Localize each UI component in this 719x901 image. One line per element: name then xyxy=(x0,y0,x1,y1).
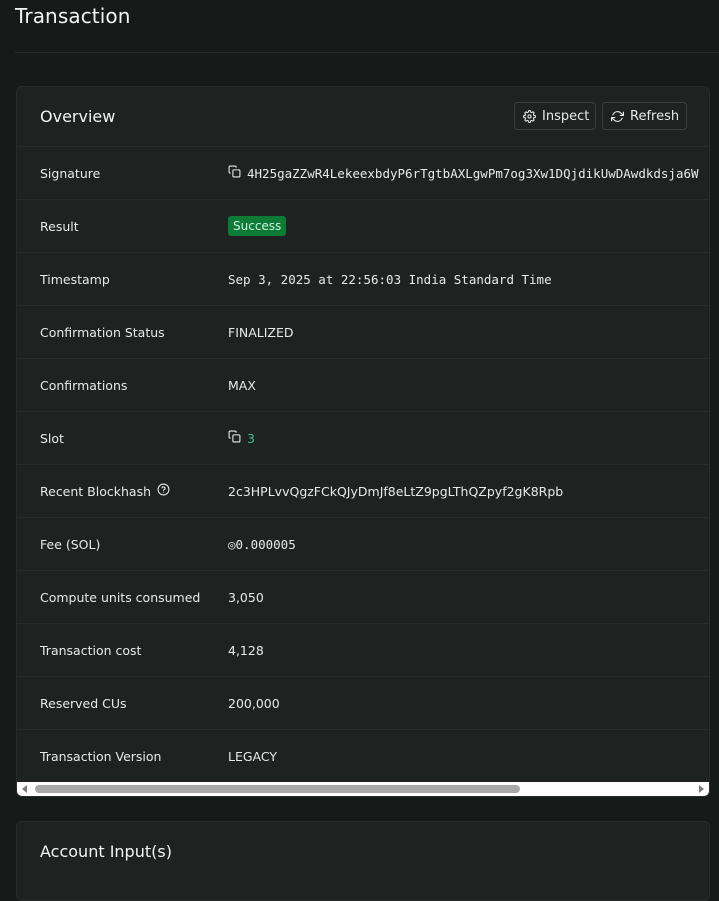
transaction-version-value: LEGACY xyxy=(228,749,278,764)
reserved-cus-label: Reserved CUs xyxy=(40,695,127,711)
row-fee: Fee (SOL) ◎0.000005 xyxy=(17,518,709,571)
fee-label: Fee (SOL) xyxy=(40,536,101,552)
row-signature: Signature 4H25gaZZwR4LekeexbdyP6rTgtbAXL… xyxy=(17,147,709,200)
row-reserved-cus: Reserved CUs 200,000 xyxy=(17,677,709,730)
timestamp-value: Sep 3, 2025 at 22:56:03 India Standard T… xyxy=(228,271,552,287)
accounts-title: Account Input(s) xyxy=(40,842,172,861)
row-confirmation-status: Confirmation Status FINALIZED xyxy=(17,306,709,359)
result-value-wrap: Success xyxy=(228,200,287,252)
transaction-version-label: Transaction Version xyxy=(40,749,162,764)
row-compute-units: Compute units consumed 3,050 xyxy=(17,571,709,624)
overview-header: Overview Inspect Refresh xyxy=(17,87,709,147)
row-transaction-version: Transaction Version LEGACY xyxy=(17,730,709,783)
confirmation-status-value: FINALIZED xyxy=(228,324,294,340)
transaction-cost-value: 4,128 xyxy=(228,642,264,658)
copy-icon[interactable] xyxy=(228,165,241,181)
signature-value-wrap: 4H25gaZZwR4LekeexbdyP6rTgtbAXLgwPm7og3Xw… xyxy=(228,147,699,199)
refresh-button[interactable]: Refresh xyxy=(602,102,687,130)
title-divider xyxy=(15,52,719,53)
signature-value[interactable]: 4H25gaZZwR4LekeexbdyP6rTgtbAXLgwPm7og3Xw… xyxy=(247,166,699,181)
help-circle-icon[interactable] xyxy=(157,483,170,499)
scroll-left-arrow-icon[interactable] xyxy=(22,785,27,793)
accounts-card: Account Input(s) xyxy=(16,821,710,901)
slot-label: Slot xyxy=(40,430,64,446)
row-recent-blockhash: Recent Blockhash 2c3HPLvvQgzFCkQJyDmJf8e… xyxy=(17,465,709,518)
recent-blockhash-label: Recent Blockhash xyxy=(40,483,151,499)
refresh-label: Refresh xyxy=(630,108,680,124)
confirmations-value: MAX xyxy=(228,377,256,393)
overview-card: Overview Inspect Refresh Signature 4H25g… xyxy=(16,86,710,797)
copy-icon[interactable] xyxy=(228,430,241,446)
recent-blockhash-value: 2c3HPLvvQgzFCkQJyDmJf8eLtZ9pgLThQZpyf2gK… xyxy=(228,483,564,499)
scroll-right-arrow-icon[interactable] xyxy=(699,785,704,793)
refresh-icon xyxy=(611,110,624,123)
reserved-cus-value: 200,000 xyxy=(228,695,280,711)
slot-link[interactable]: 3 xyxy=(247,431,255,446)
row-timestamp: Timestamp Sep 3, 2025 at 22:56:03 India … xyxy=(17,253,709,306)
row-slot: Slot 3 xyxy=(17,412,709,465)
recent-blockhash-label-wrap: Recent Blockhash xyxy=(40,465,170,517)
inspect-label: Inspect xyxy=(542,108,590,124)
gear-icon xyxy=(523,109,536,123)
compute-units-value: 3,050 xyxy=(228,589,264,605)
overview-title: Overview xyxy=(40,107,116,126)
row-transaction-cost: Transaction cost 4,128 xyxy=(17,624,709,677)
row-confirmations: Confirmations MAX xyxy=(17,359,709,412)
confirmations-label: Confirmations xyxy=(40,377,128,393)
page-title: Transaction xyxy=(15,4,131,28)
slot-value-wrap: 3 xyxy=(228,412,255,464)
horizontal-scrollbar[interactable] xyxy=(17,782,709,796)
row-result: Result Success xyxy=(17,200,709,253)
scroll-thumb[interactable] xyxy=(35,785,520,793)
result-label: Result xyxy=(40,218,79,234)
status-badge: Success xyxy=(228,216,287,236)
timestamp-label: Timestamp xyxy=(40,271,110,287)
inspect-button[interactable]: Inspect xyxy=(514,102,596,130)
compute-units-label: Compute units consumed xyxy=(40,589,201,605)
signature-label: Signature xyxy=(40,165,101,181)
confirmation-status-label: Confirmation Status xyxy=(40,324,165,340)
fee-value: ◎0.000005 xyxy=(228,536,296,552)
transaction-cost-label: Transaction cost xyxy=(40,642,142,658)
